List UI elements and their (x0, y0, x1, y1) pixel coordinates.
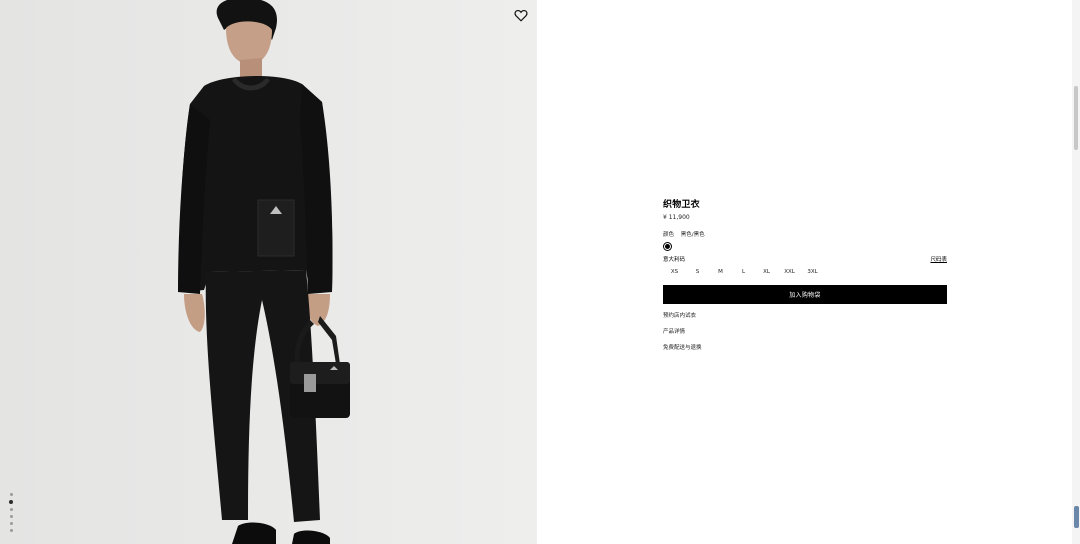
color-row: 颜色 黑色/黑色 (663, 232, 947, 239)
gallery-dot[interactable] (10, 493, 13, 496)
gallery-dot[interactable] (10, 508, 13, 511)
product-details: 织物卫衣 ¥ 11,900 颜色 黑色/黑色 意大利码 尺码表 XS S M L XL X… (663, 200, 947, 352)
scrollbar-track[interactable] (1072, 0, 1080, 544)
size-option-3xl[interactable]: 3XL (801, 268, 824, 276)
size-guide-link[interactable]: 尺码表 (930, 257, 947, 264)
product-image-gallery[interactable] (0, 0, 537, 544)
size-option-l[interactable]: L (732, 268, 755, 276)
gallery-dot[interactable] (10, 515, 13, 518)
heart-icon[interactable] (514, 9, 528, 22)
shipping-returns-link[interactable]: 免费配送与退换 (663, 345, 947, 352)
product-page: 织物卫衣 ¥ 11,900 颜色 黑色/黑色 意大利码 尺码表 XS S M L XL X… (0, 0, 1080, 544)
color-label: 颜色 (663, 232, 675, 238)
add-to-cart-button[interactable]: 加入购物袋 (663, 285, 947, 304)
size-option-xl[interactable]: XL (755, 268, 778, 276)
size-label: 意大利码 (663, 257, 686, 263)
product-photo (0, 0, 537, 544)
book-appointment-link[interactable]: 预约店内试衣 (663, 313, 947, 320)
size-options: XS S M L XL XXL 3XL (663, 268, 947, 276)
size-option-xxl[interactable]: XXL (778, 268, 801, 276)
product-info-panel: 织物卫衣 ¥ 11,900 颜色 黑色/黑色 意大利码 尺码表 XS S M L XL X… (537, 0, 1072, 544)
product-title: 织物卫衣 (663, 200, 700, 210)
size-option-m[interactable]: M (709, 268, 732, 276)
color-value: 黑色/黑色 (680, 232, 705, 238)
gallery-dot[interactable] (10, 522, 13, 525)
product-price: ¥ 11,900 (663, 214, 690, 221)
size-option-s[interactable]: S (686, 268, 709, 276)
color-swatch-black[interactable] (663, 242, 672, 251)
swatch-fill (665, 244, 670, 249)
product-details-link[interactable]: 产品详情 (663, 329, 947, 336)
size-header: 意大利码 尺码表 (663, 257, 947, 264)
scroll-handle[interactable] (1074, 506, 1079, 528)
gallery-dot[interactable] (9, 500, 13, 504)
gallery-pagination[interactable] (9, 493, 15, 536)
scrollbar-thumb[interactable] (1074, 86, 1078, 150)
size-option-xs[interactable]: XS (663, 268, 686, 276)
gallery-dot[interactable] (10, 529, 13, 532)
